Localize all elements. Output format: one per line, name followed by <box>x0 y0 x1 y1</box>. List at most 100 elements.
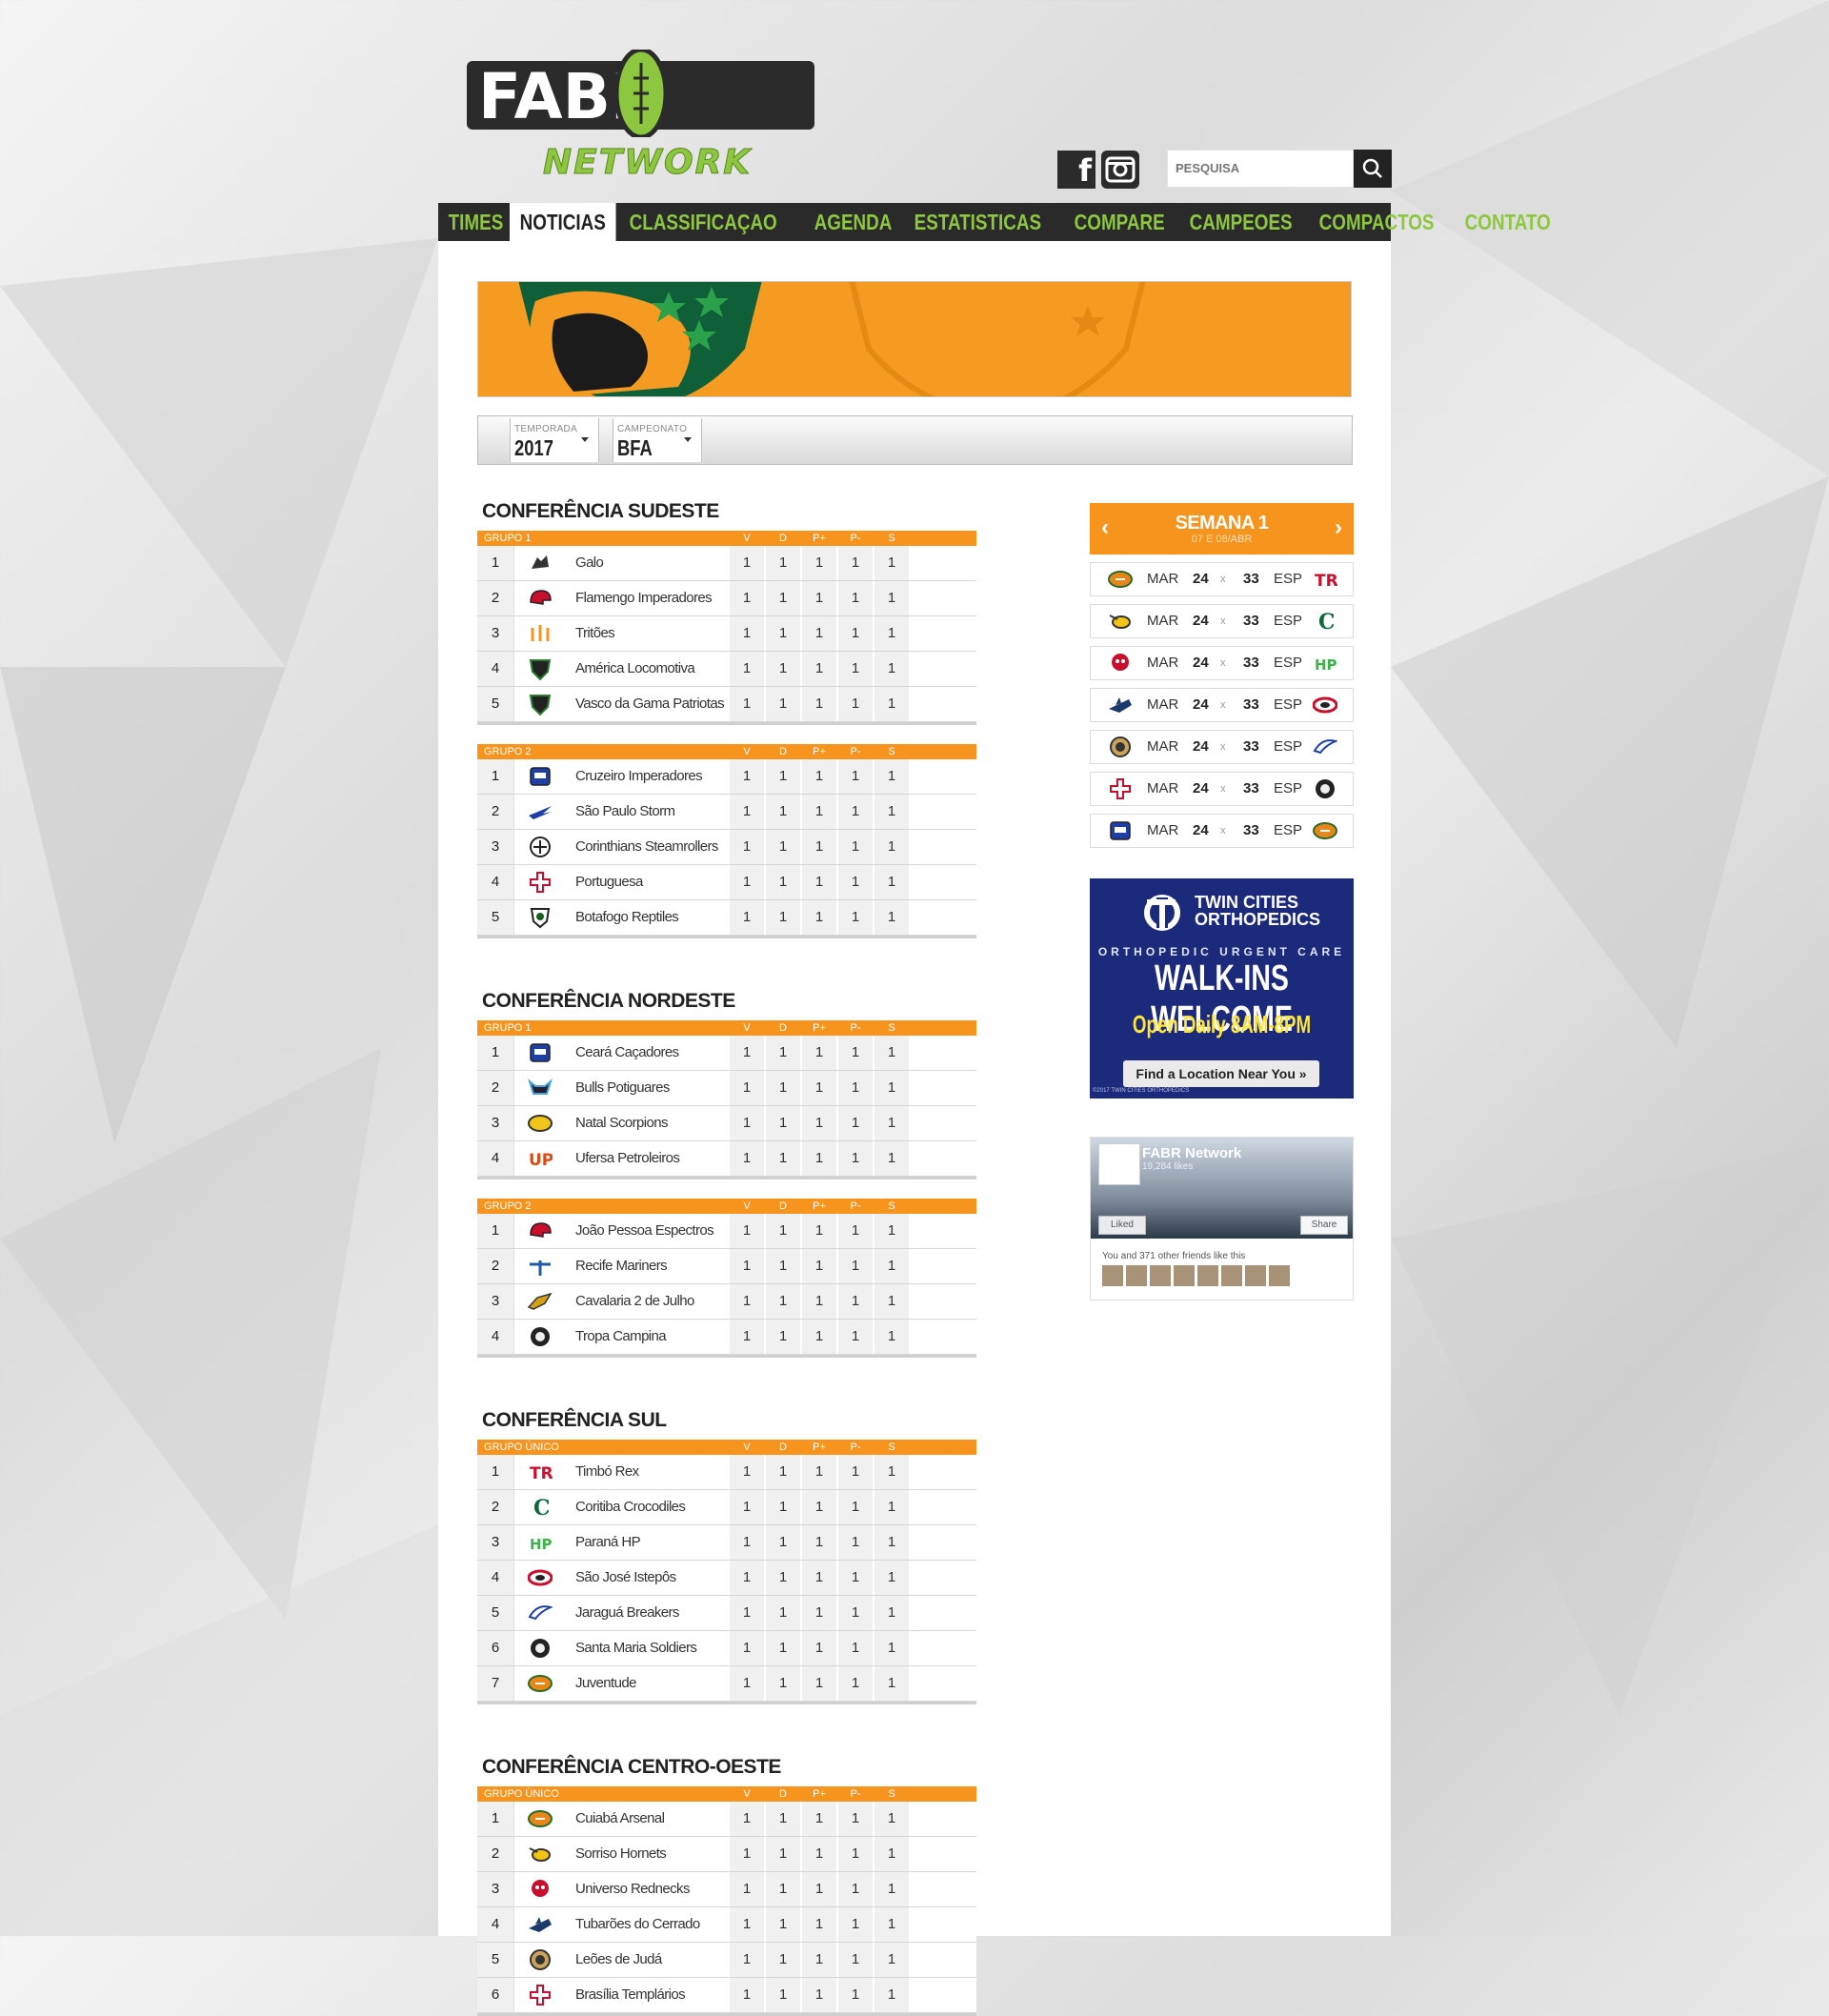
team-name[interactable]: Natal Scorpions <box>575 1106 668 1140</box>
team-name[interactable]: Jaraguá Breakers <box>575 1596 679 1630</box>
game-row[interactable]: MAR 24 x 33 ESP TR <box>1090 562 1354 596</box>
table-row[interactable]: 3 Universo Rednecks 1 1 1 1 1 <box>477 1872 976 1907</box>
game-row[interactable]: MAR 24 x 33 ESP <box>1090 688 1354 722</box>
ad-find-location-button[interactable]: Find a Location Near You » <box>1123 1060 1319 1087</box>
column-header[interactable]: P+ <box>802 531 836 546</box>
team-name[interactable]: São José Istepôs <box>575 1561 676 1595</box>
table-row[interactable]: 6 Santa Maria Soldiers 1 1 1 1 1 <box>477 1631 976 1666</box>
team-name[interactable]: Juventude <box>575 1666 636 1701</box>
facebook-page-name[interactable]: FABR Network <box>1142 1145 1241 1161</box>
column-header[interactable]: V <box>730 1020 764 1036</box>
table-row[interactable]: 4 São José Istepôs 1 1 1 1 1 <box>477 1561 976 1596</box>
game-row[interactable]: MAR 24 x 33 ESP C <box>1090 604 1354 638</box>
team-name[interactable]: Tubarões do Cerrado <box>575 1907 700 1942</box>
team-name[interactable]: Timbó Rex <box>575 1455 639 1489</box>
instagram-icon[interactable] <box>1101 151 1139 189</box>
table-row[interactable]: 3 Natal Scorpions 1 1 1 1 1 <box>477 1106 976 1141</box>
table-row[interactable]: 2 Recife Mariners 1 1 1 1 1 <box>477 1249 976 1284</box>
column-header[interactable]: P+ <box>802 744 836 759</box>
avatar[interactable] <box>1197 1265 1218 1286</box>
column-header[interactable]: S <box>874 531 909 546</box>
team-name[interactable]: Paraná HP <box>575 1525 641 1560</box>
table-row[interactable]: 5 Botafogo Reptiles 1 1 1 1 1 <box>477 900 976 936</box>
table-row[interactable]: 3 HP Paraná HP 1 1 1 1 1 <box>477 1525 976 1561</box>
team-name[interactable]: Ceará Caçadores <box>575 1036 679 1070</box>
table-row[interactable]: 3 Corinthians Steamrollers 1 1 1 1 1 <box>477 830 976 865</box>
column-header[interactable]: D <box>766 1199 800 1214</box>
team-name[interactable]: Leões de Judá <box>575 1943 662 1977</box>
column-header[interactable]: S <box>874 744 909 759</box>
column-header[interactable]: P+ <box>802 1199 836 1214</box>
column-header[interactable]: S <box>874 1020 909 1036</box>
avatar[interactable] <box>1174 1265 1195 1286</box>
column-header[interactable]: V <box>730 531 764 546</box>
nav-compactos[interactable]: COMPACTOS <box>1309 203 1444 241</box>
column-header[interactable]: D <box>766 1786 800 1802</box>
team-name[interactable]: Cuiabá Arsenal <box>575 1802 665 1836</box>
season-select[interactable]: TEMPORADA 2017 <box>510 418 599 462</box>
team-name[interactable]: Vasco da Gama Patriotas <box>575 687 725 721</box>
table-row[interactable]: 4 UP Ufersa Petroleiros 1 1 1 1 1 <box>477 1141 976 1177</box>
column-header[interactable]: D <box>766 531 800 546</box>
facebook-liked-button[interactable]: Liked <box>1098 1216 1146 1235</box>
column-header[interactable]: S <box>874 1786 909 1802</box>
ad-banner[interactable]: TWIN CITIES ORTHOPEDICS ORTHOPEDIC URGEN… <box>1090 878 1354 1099</box>
team-name[interactable]: João Pessoa Espectros <box>575 1214 714 1248</box>
avatar[interactable] <box>1221 1265 1242 1286</box>
table-row[interactable]: 1 TR Timbó Rex 1 1 1 1 1 <box>477 1455 976 1490</box>
game-row[interactable]: MAR 24 x 33 ESP <box>1090 730 1354 764</box>
next-week-button[interactable]: › <box>1335 514 1342 541</box>
table-row[interactable]: 5 Vasco da Gama Patriotas 1 1 1 1 1 <box>477 687 976 722</box>
table-row[interactable]: 1 João Pessoa Espectros 1 1 1 1 1 <box>477 1214 976 1249</box>
column-header[interactable]: D <box>766 1020 800 1036</box>
search-input[interactable] <box>1168 151 1326 185</box>
team-name[interactable]: Brasília Templários <box>575 1978 686 2012</box>
column-header[interactable]: S <box>874 1440 909 1455</box>
team-name[interactable]: Cavalaria 2 de Julho <box>575 1284 694 1319</box>
column-header[interactable]: S <box>874 1199 909 1214</box>
table-row[interactable]: 5 Jaraguá Breakers 1 1 1 1 1 <box>477 1596 976 1631</box>
column-header[interactable]: P- <box>838 1020 873 1036</box>
table-row[interactable]: 2 C Coritiba Crocodiles 1 1 1 1 1 <box>477 1490 976 1525</box>
team-name[interactable]: Tritões <box>575 616 615 651</box>
team-name[interactable]: Ufersa Petroleiros <box>575 1141 680 1176</box>
avatar[interactable] <box>1126 1265 1147 1286</box>
team-name[interactable]: Bulls Potiguares <box>575 1071 670 1105</box>
team-name[interactable]: Corinthians Steamrollers <box>575 830 718 864</box>
table-row[interactable]: 3 Tritões 1 1 1 1 1 <box>477 616 976 652</box>
column-header[interactable]: V <box>730 744 764 759</box>
game-row[interactable]: MAR 24 x 33 ESP <box>1090 814 1354 848</box>
nav-campeoes[interactable]: CAMPEOES <box>1179 203 1302 241</box>
nav-compare[interactable]: COMPARE <box>1064 203 1175 241</box>
team-name[interactable]: Flamengo Imperadores <box>575 581 713 615</box>
table-row[interactable]: 4 Tropa Campina 1 1 1 1 1 <box>477 1320 976 1355</box>
table-row[interactable]: 6 Brasília Templários 1 1 1 1 1 <box>477 1978 976 2013</box>
avatar[interactable] <box>1150 1265 1171 1286</box>
team-name[interactable]: Santa Maria Soldiers <box>575 1631 697 1665</box>
column-header[interactable]: V <box>730 1786 764 1802</box>
fabr-logo[interactable]: FABR NETWORK <box>467 38 819 191</box>
team-name[interactable]: Coritiba Crocodiles <box>575 1490 686 1524</box>
column-header[interactable]: P+ <box>802 1440 836 1455</box>
table-row[interactable]: 5 Leões de Judá 1 1 1 1 1 <box>477 1943 976 1978</box>
team-name[interactable]: Tropa Campina <box>575 1320 667 1354</box>
table-row[interactable]: 4 Tubarões do Cerrado 1 1 1 1 1 <box>477 1907 976 1943</box>
table-row[interactable]: 2 Sorriso Hornets 1 1 1 1 1 <box>477 1837 976 1872</box>
team-name[interactable]: Galo <box>575 546 604 580</box>
table-row[interactable]: 3 Cavalaria 2 de Julho 1 1 1 1 1 <box>477 1284 976 1320</box>
column-header[interactable]: P- <box>838 531 873 546</box>
nav-agenda[interactable]: AGENDA <box>804 203 902 241</box>
nav-classificacao[interactable]: CLASSIFICAÇAO <box>619 203 787 241</box>
table-row[interactable]: 1 Galo 1 1 1 1 1 <box>477 546 976 581</box>
avatar[interactable] <box>1102 1265 1123 1286</box>
column-header[interactable]: P+ <box>802 1786 836 1802</box>
column-header[interactable]: P- <box>838 744 873 759</box>
nav-times[interactable]: TIMES <box>438 203 513 241</box>
nav-contato[interactable]: CONTATO <box>1455 203 1560 241</box>
column-header[interactable]: V <box>730 1440 764 1455</box>
team-name[interactable]: Universo Rednecks <box>575 1872 690 1906</box>
facebook-share-button[interactable]: Share <box>1300 1216 1348 1235</box>
avatar[interactable] <box>1245 1265 1266 1286</box>
column-header[interactable]: P- <box>838 1199 873 1214</box>
team-name[interactable]: Cruzeiro Imperadores <box>575 759 703 794</box>
